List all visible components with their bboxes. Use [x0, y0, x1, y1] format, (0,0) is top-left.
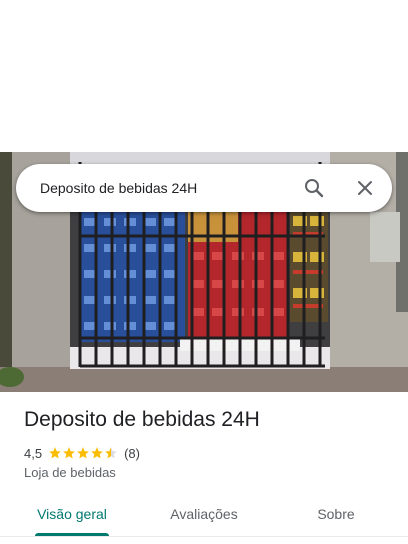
tab-about[interactable]: Sobre — [296, 492, 376, 536]
place-title: Deposito de bebidas 24H — [24, 408, 260, 431]
star-icon — [49, 447, 61, 459]
rating-value: 4,5 — [24, 445, 43, 461]
star-icon — [77, 447, 89, 459]
rating-stars — [48, 446, 118, 460]
place-tabs: Visão geral Avaliações Sobre — [0, 492, 408, 544]
close-icon[interactable] — [353, 176, 377, 200]
tab-reviews[interactable]: Avaliações — [156, 492, 252, 536]
search-input[interactable]: Deposito de bebidas 24H — [40, 164, 197, 212]
review-count[interactable]: (8) — [124, 446, 140, 461]
star-icon — [91, 447, 103, 459]
star-icon — [63, 447, 75, 459]
map-blank-area — [0, 0, 408, 152]
rating-row[interactable]: 4,5 (8) — [24, 444, 140, 462]
search-bar[interactable]: Deposito de bebidas 24H — [16, 164, 392, 212]
tabs-divider — [0, 536, 408, 537]
search-icon[interactable] — [302, 176, 326, 200]
place-category: Loja de bebidas — [24, 465, 116, 480]
half-star-icon — [105, 447, 117, 459]
tab-overview[interactable]: Visão geral — [24, 492, 120, 536]
